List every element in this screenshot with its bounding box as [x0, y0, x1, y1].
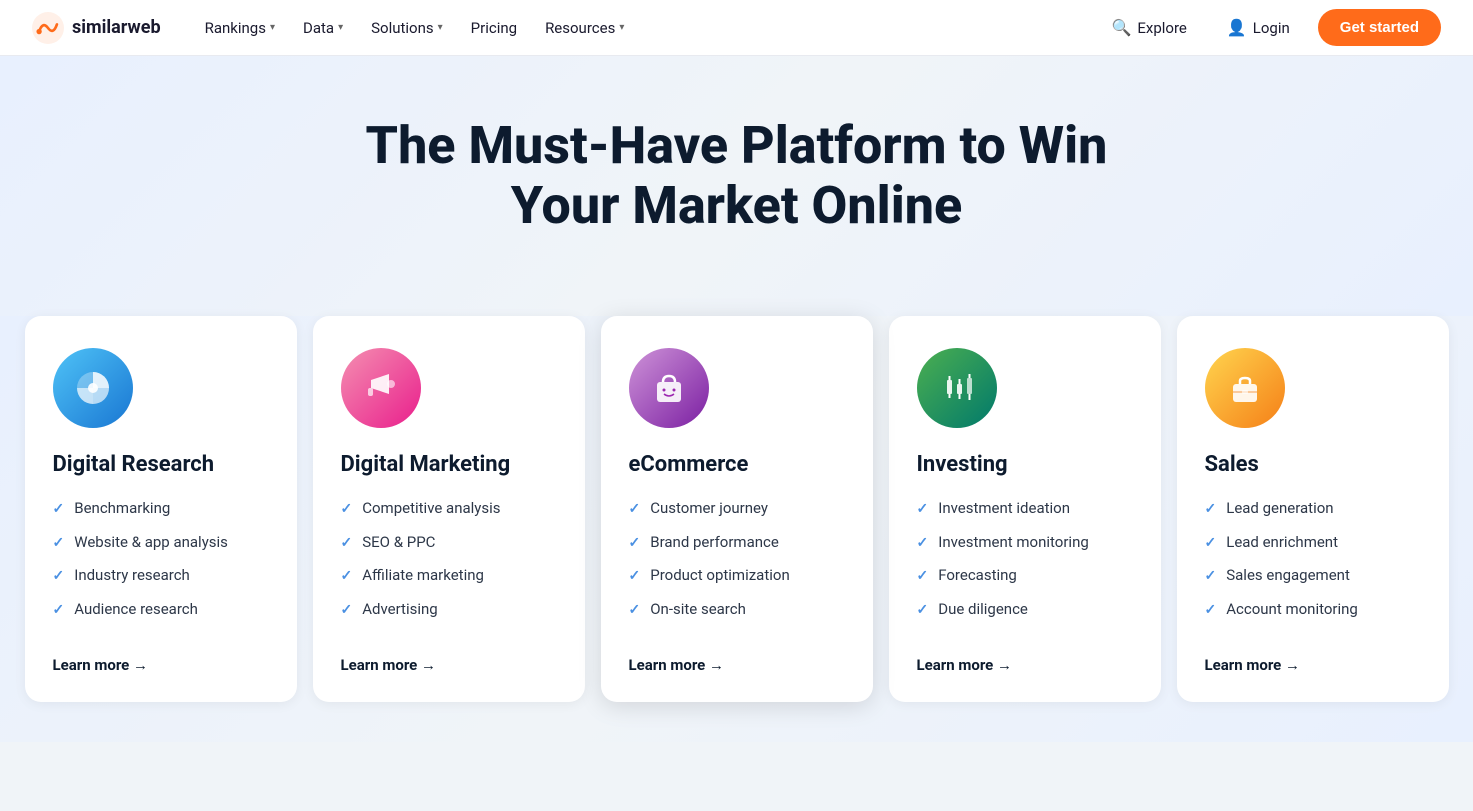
- list-item: ✓ Lead enrichment: [1205, 532, 1421, 554]
- check-icon: ✓: [341, 601, 353, 621]
- learn-more-digital-marketing[interactable]: Learn more →: [341, 656, 557, 674]
- chevron-down-icon: ▾: [270, 22, 275, 33]
- navigation: similarweb Rankings ▾ Data ▾ Solutions ▾…: [0, 0, 1473, 56]
- check-icon: ✓: [1205, 601, 1217, 621]
- card-digital-research-title: Digital Research: [53, 452, 269, 478]
- card-digital-marketing: Digital Marketing ✓ Competitive analysis…: [313, 316, 585, 703]
- search-icon: 🔍: [1111, 18, 1131, 37]
- cards-container: Digital Research ✓ Benchmarking ✓ Websit…: [17, 316, 1457, 703]
- card-ecommerce-items: ✓ Customer journey ✓ Brand performance ✓…: [629, 498, 845, 632]
- get-started-button[interactable]: Get started: [1318, 9, 1441, 46]
- check-icon: ✓: [917, 601, 929, 621]
- list-item: ✓ Sales engagement: [1205, 565, 1421, 587]
- list-item: ✓ Due diligence: [917, 599, 1133, 621]
- nav-links: Rankings ▾ Data ▾ Solutions ▾ Pricing Re…: [193, 11, 1100, 45]
- check-icon: ✓: [53, 601, 65, 621]
- check-icon: ✓: [53, 567, 65, 587]
- card-digital-research-items: ✓ Benchmarking ✓ Website & app analysis …: [53, 498, 269, 632]
- chevron-down-icon: ▾: [438, 22, 443, 33]
- list-item: ✓ Investment monitoring: [917, 532, 1133, 554]
- nav-right: 🔍 Explore 👤 Login Get started: [1099, 9, 1441, 46]
- card-digital-marketing-items: ✓ Competitive analysis ✓ SEO & PPC ✓ Aff…: [341, 498, 557, 632]
- card-ecommerce-title: eCommerce: [629, 452, 845, 478]
- user-icon: 👤: [1227, 18, 1247, 37]
- card-investing-title: Investing: [917, 452, 1133, 478]
- cards-section: Digital Research ✓ Benchmarking ✓ Websit…: [0, 316, 1473, 743]
- list-item: ✓ On-site search: [629, 599, 845, 621]
- card-sales-title: Sales: [1205, 452, 1421, 478]
- briefcase-icon: [1205, 348, 1285, 428]
- list-item: ✓ Account monitoring: [1205, 599, 1421, 621]
- learn-more-investing[interactable]: Learn more →: [917, 656, 1133, 674]
- card-sales-items: ✓ Lead generation ✓ Lead enrichment ✓ Sa…: [1205, 498, 1421, 632]
- list-item: ✓ Benchmarking: [53, 498, 269, 520]
- learn-more-digital-research[interactable]: Learn more →: [53, 656, 269, 674]
- list-item: ✓ Product optimization: [629, 565, 845, 587]
- nav-pricing[interactable]: Pricing: [459, 11, 529, 45]
- list-item: ✓ SEO & PPC: [341, 532, 557, 554]
- check-icon: ✓: [1205, 567, 1217, 587]
- nav-data[interactable]: Data ▾: [291, 11, 355, 45]
- learn-more-sales[interactable]: Learn more →: [1205, 656, 1421, 674]
- check-icon: ✓: [341, 500, 353, 520]
- check-icon: ✓: [1205, 500, 1217, 520]
- card-sales: Sales ✓ Lead generation ✓ Lead enrichmen…: [1177, 316, 1449, 703]
- list-item: ✓ Affiliate marketing: [341, 565, 557, 587]
- check-icon: ✓: [917, 534, 929, 554]
- card-digital-marketing-title: Digital Marketing: [341, 452, 557, 478]
- megaphone-icon: [341, 348, 421, 428]
- check-icon: ✓: [53, 500, 65, 520]
- nav-solutions[interactable]: Solutions ▾: [359, 11, 455, 45]
- nav-resources[interactable]: Resources ▾: [533, 11, 636, 45]
- card-ecommerce: eCommerce ✓ Customer journey ✓ Brand per…: [601, 316, 873, 703]
- hero-title: The Must-Have Platform to Win Your Marke…: [347, 116, 1127, 236]
- check-icon: ✓: [629, 500, 641, 520]
- list-item: ✓ Brand performance: [629, 532, 845, 554]
- chevron-down-icon: ▾: [338, 22, 343, 33]
- nav-rankings[interactable]: Rankings ▾: [193, 11, 287, 45]
- card-investing-items: ✓ Investment ideation ✓ Investment monit…: [917, 498, 1133, 632]
- card-investing: Investing ✓ Investment ideation ✓ Invest…: [889, 316, 1161, 703]
- logo-icon: [32, 12, 64, 44]
- check-icon: ✓: [1205, 534, 1217, 554]
- check-icon: ✓: [917, 500, 929, 520]
- list-item: ✓ Forecasting: [917, 565, 1133, 587]
- check-icon: ✓: [341, 534, 353, 554]
- logo-text: similarweb: [72, 17, 161, 38]
- shopping-bag-icon: [629, 348, 709, 428]
- list-item: ✓ Investment ideation: [917, 498, 1133, 520]
- login-button[interactable]: 👤 Login: [1215, 10, 1302, 45]
- check-icon: ✓: [917, 567, 929, 587]
- chevron-down-icon: ▾: [619, 22, 624, 33]
- hero-section: The Must-Have Platform to Win Your Marke…: [0, 56, 1473, 316]
- list-item: ✓ Website & app analysis: [53, 532, 269, 554]
- candlestick-chart-icon: [917, 348, 997, 428]
- list-item: ✓ Audience research: [53, 599, 269, 621]
- check-icon: ✓: [629, 534, 641, 554]
- card-digital-research: Digital Research ✓ Benchmarking ✓ Websit…: [25, 316, 297, 703]
- list-item: ✓ Industry research: [53, 565, 269, 587]
- chart-pie-icon: [53, 348, 133, 428]
- list-item: ✓ Customer journey: [629, 498, 845, 520]
- check-icon: ✓: [53, 534, 65, 554]
- check-icon: ✓: [629, 567, 641, 587]
- logo[interactable]: similarweb: [32, 12, 161, 44]
- list-item: ✓ Advertising: [341, 599, 557, 621]
- learn-more-ecommerce[interactable]: Learn more →: [629, 656, 845, 674]
- check-icon: ✓: [629, 601, 641, 621]
- list-item: ✓ Competitive analysis: [341, 498, 557, 520]
- list-item: ✓ Lead generation: [1205, 498, 1421, 520]
- check-icon: ✓: [341, 567, 353, 587]
- explore-button[interactable]: 🔍 Explore: [1099, 10, 1198, 45]
